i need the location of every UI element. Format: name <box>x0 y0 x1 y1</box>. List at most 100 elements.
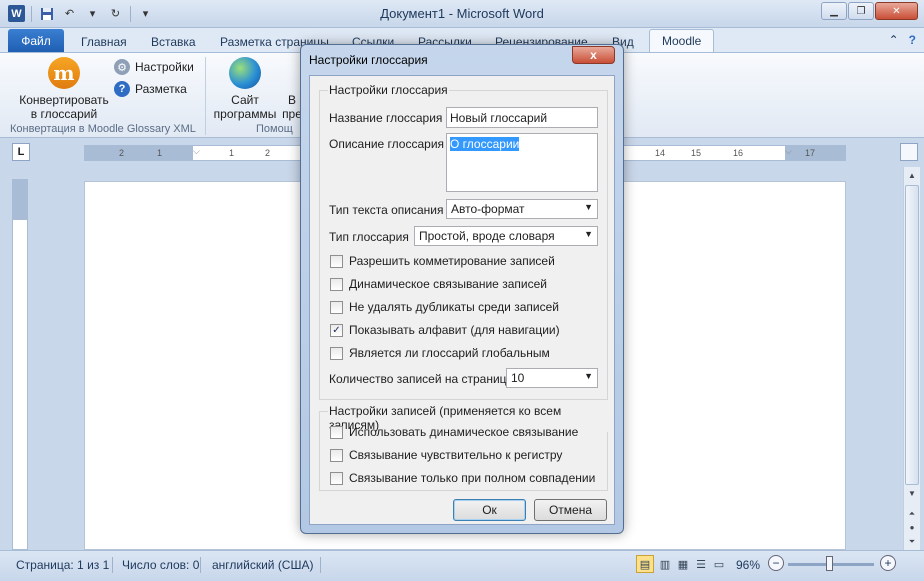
chevron-down-icon: ▼ <box>584 371 593 381</box>
markup-button[interactable]: ? Разметка <box>114 81 187 97</box>
description-type-label: Тип текста описания <box>329 203 444 217</box>
cancel-button[interactable]: Отмена <box>534 499 607 521</box>
web-layout-icon[interactable]: ▦ <box>674 555 692 573</box>
tab-selector[interactable]: L <box>12 143 30 161</box>
glossary-name-input[interactable]: Новый глоссарий <box>446 107 598 128</box>
checkbox-label: Связывание только при полном совпадении <box>349 471 596 485</box>
checkbox-box[interactable] <box>330 254 343 268</box>
vertical-ruler[interactable] <box>12 179 28 550</box>
status-bar: Страница: 1 из 1 Число слов: 0 английски… <box>0 550 924 581</box>
browse-object-icon[interactable]: ● <box>905 521 919 535</box>
minimize-button[interactable]: ▁ <box>821 2 847 20</box>
glossary-type-value: Простой, вроде словаря <box>419 229 555 243</box>
ruler-label: 1 <box>157 148 163 158</box>
zoom-in-icon[interactable]: + <box>880 555 896 571</box>
word-count[interactable]: Число слов: 0 <box>122 558 199 572</box>
vertical-ruler-margin <box>13 180 27 220</box>
group-label-convert: Конвертация в Moodle Glossary XML <box>10 123 196 135</box>
dialog-title: Настройки глоссария <box>309 53 428 67</box>
partial-label-line2: пре <box>282 107 302 121</box>
checkbox-box[interactable] <box>330 425 343 439</box>
checkmark-icon[interactable]: ✓ <box>330 323 343 337</box>
glossary-description-input[interactable]: О глоссарии <box>446 133 598 192</box>
ruler-label: 16 <box>733 148 744 158</box>
question-icon: ? <box>114 81 130 97</box>
partial-ribbon-button[interactable]: В пре <box>282 93 302 121</box>
ruler-label: 2 <box>119 148 125 158</box>
glossary-settings-legend: Настройки глоссария <box>328 83 449 97</box>
dialog-close-button[interactable]: x <box>572 46 615 64</box>
checkbox-box[interactable] <box>330 471 343 485</box>
tab-moodle[interactable]: Moodle <box>649 29 715 53</box>
convert-glossary-button[interactable]: m Конвертировать в глоссарий <box>14 57 114 121</box>
chevron-down-icon: ▼ <box>584 202 593 212</box>
vertical-scrollbar[interactable]: ▲ ▼ ⏶ ● ⏷ <box>903 167 920 550</box>
language-status[interactable]: английский (США) <box>212 558 313 572</box>
checkbox-label: Динамическое связывание записей <box>349 277 547 291</box>
convert-label-line2: в глоссарий <box>30 107 98 121</box>
tab-home[interactable]: Главная <box>81 32 127 52</box>
draft-view-icon[interactable]: ▭ <box>710 555 728 573</box>
print-layout-view-icon[interactable]: ▤ <box>636 555 654 573</box>
previous-page-icon[interactable]: ⏶ <box>905 507 919 521</box>
partial-label-line1: В <box>287 93 296 107</box>
next-page-icon[interactable]: ⏷ <box>905 535 919 549</box>
right-indent-marker-icon[interactable]: ⌵ <box>785 146 792 157</box>
use-dynamic-linking-checkbox[interactable]: Использовать динамическое связывание <box>330 425 578 439</box>
entries-per-page-select[interactable]: 10 ▼ <box>506 368 598 388</box>
keep-duplicates-checkbox[interactable]: Не удалять дубликаты среди записей <box>330 300 559 314</box>
ok-button[interactable]: Ок <box>453 499 526 521</box>
dynamic-linking-checkbox[interactable]: Динамическое связывание записей <box>330 277 547 291</box>
globe-icon <box>229 57 261 89</box>
close-button[interactable]: ✕ <box>875 2 918 20</box>
full-match-checkbox[interactable]: Связывание только при полном совпадении <box>330 471 595 485</box>
zoom-slider-thumb[interactable] <box>826 556 833 571</box>
ruler-label: 15 <box>691 148 702 158</box>
full-screen-reading-icon[interactable]: ▥ <box>656 555 674 573</box>
description-type-select[interactable]: Авто-формат ▼ <box>446 199 598 219</box>
settings-button[interactable]: ⚙ Настройки <box>114 59 194 75</box>
zoom-level[interactable]: 96% <box>736 558 760 572</box>
entries-per-page-label: Количество записей на страницу <box>329 372 513 386</box>
gear-icon: ⚙ <box>114 59 130 75</box>
window-controls: ▁ ❐ ✕ <box>821 2 918 20</box>
tab-file[interactable]: Файл <box>8 29 64 52</box>
tab-insert[interactable]: Вставка <box>151 32 196 52</box>
indent-marker-icon[interactable]: ⌵ <box>193 146 200 157</box>
glossary-type-select[interactable]: Простой, вроде словаря ▼ <box>414 226 598 246</box>
view-ruler-button[interactable] <box>900 143 918 161</box>
settings-label: Настройки <box>135 60 194 74</box>
site-label-line1: Сайт <box>231 93 259 107</box>
dialog-body: Настройки глоссария Название глоссария Н… <box>309 75 615 525</box>
group-label-help: Помощ <box>256 123 293 135</box>
help-icon[interactable]: ? <box>909 33 916 47</box>
markup-label: Разметка <box>135 82 187 96</box>
ribbon-right-controls: ⌃ ? <box>889 33 916 47</box>
ruler-left-margin <box>85 146 193 160</box>
window-title: Документ1 - Microsoft Word <box>380 6 544 21</box>
minimize-ribbon-icon[interactable]: ⌃ <box>889 33 899 47</box>
group-separator <box>205 57 206 135</box>
checkbox-box[interactable] <box>330 277 343 291</box>
status-separator <box>200 557 201 573</box>
checkbox-label: Не удалять дубликаты среди записей <box>349 300 559 314</box>
scroll-up-icon[interactable]: ▲ <box>905 169 919 183</box>
zoom-out-icon[interactable]: − <box>768 555 784 571</box>
scroll-down-icon[interactable]: ▼ <box>905 487 919 501</box>
show-alphabet-checkbox[interactable]: ✓ Показывать алфавит (для навигации) <box>330 323 560 337</box>
maximize-button[interactable]: ❐ <box>848 2 874 20</box>
glossary-description-label: Описание глоссария <box>329 137 445 151</box>
page-count[interactable]: Страница: 1 из 1 <box>16 558 109 572</box>
checkbox-box[interactable] <box>330 448 343 462</box>
global-glossary-checkbox[interactable]: Является ли глоссарий глобальным <box>330 346 550 360</box>
checkbox-box[interactable] <box>330 346 343 360</box>
allow-comments-checkbox[interactable]: Разрешить комметирование записей <box>330 254 555 268</box>
checkbox-label: Разрешить комметирование записей <box>349 254 555 268</box>
checkbox-box[interactable] <box>330 300 343 314</box>
convert-label-line1: Конвертировать <box>19 93 109 107</box>
scrollbar-thumb[interactable] <box>905 185 919 485</box>
outline-view-icon[interactable]: ☰ <box>692 555 710 573</box>
glossary-name-label: Название глоссария <box>329 111 443 125</box>
program-site-button[interactable]: Сайт программы <box>210 57 280 121</box>
case-sensitive-checkbox[interactable]: Связывание чувствительно к регистру <box>330 448 562 462</box>
